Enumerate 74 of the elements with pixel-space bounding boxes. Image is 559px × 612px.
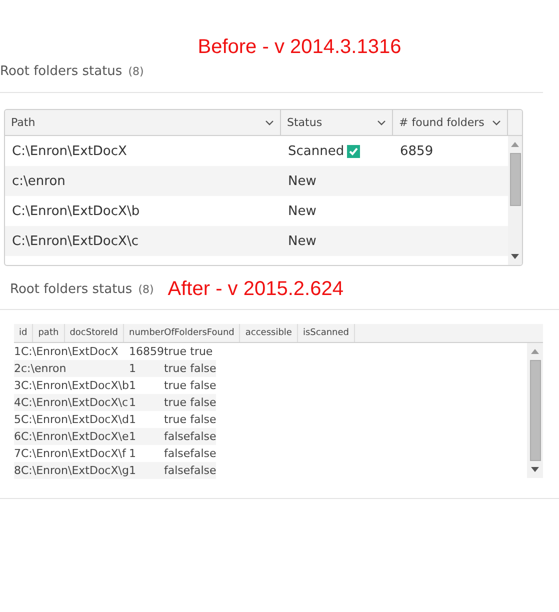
column-header[interactable]: isScanned	[298, 324, 355, 342]
status-text: New	[288, 204, 316, 218]
scroll-up-icon[interactable]	[531, 349, 539, 354]
table-cell-text: false	[190, 395, 216, 411]
section-heading: Root folders status	[10, 282, 132, 297]
table-cell-text: 1	[14, 344, 21, 360]
path-cell-text: C:\Enron\ExtDocX\b	[11, 202, 141, 220]
path-cell-text: C:\Enron\ExtDocX	[11, 142, 128, 160]
status-text: New	[288, 234, 316, 248]
chevron-down-icon	[492, 120, 501, 126]
section-heading: Root folders status	[0, 64, 122, 79]
table-cell-text: 1	[128, 378, 136, 394]
table-cell-text: 1	[128, 446, 136, 462]
scroll-down-icon[interactable]	[511, 254, 519, 259]
table-cell-text: C:\Enron\ExtDocX\f	[21, 446, 128, 462]
folder-count: (8)	[138, 283, 154, 296]
table-cell-text: 6	[14, 429, 21, 445]
table-cell-text: C:\Enron\ExtDocX\b	[21, 378, 129, 394]
table-cell-text: false	[190, 463, 216, 479]
table-cell-text: false	[190, 412, 216, 428]
column-header[interactable]: id	[14, 324, 34, 342]
table-cell-text: 1	[128, 463, 136, 479]
scroll-up-icon[interactable]	[511, 142, 519, 147]
table-cell-text: c:\enron	[21, 361, 68, 377]
table-cell-text: true	[164, 361, 188, 377]
table-cell-text: false	[164, 446, 190, 462]
column-header[interactable]: numberOfFoldersFound	[124, 324, 240, 342]
status-text: Scanned	[288, 144, 344, 158]
column-header[interactable]: path	[33, 324, 65, 342]
table-cell-text: true	[164, 412, 188, 428]
path-cell-text: C:\Enron\ExtDocX\c	[11, 232, 140, 250]
column-header[interactable]: # found folders	[393, 110, 508, 135]
count-cell-text: 6859	[399, 142, 434, 160]
table-cell-text: false	[190, 361, 216, 377]
table-cell-text: 1	[128, 361, 136, 377]
version-title: Before - v 2014.3.1316	[198, 36, 402, 60]
table-cell-text: false	[164, 463, 190, 479]
table-cell-text: 4	[14, 395, 21, 411]
table-cell-text: false	[164, 429, 190, 445]
table-cell-text: true	[164, 344, 188, 360]
table-cell-text: true	[190, 344, 214, 360]
version-title: After - v 2015.2.624	[168, 278, 344, 301]
table-cell-text: 5	[14, 412, 21, 428]
column-header[interactable]: docStoreId	[64, 324, 124, 342]
scrollbar-thumb[interactable]	[530, 360, 540, 461]
table-cell-text: false	[190, 429, 216, 445]
column-header[interactable]: accessible	[240, 324, 298, 342]
table-cell-text: 2	[14, 361, 21, 377]
column-header[interactable]: Status	[281, 110, 393, 135]
chevron-down-icon	[377, 120, 386, 126]
table-cell-text: 6859	[136, 344, 164, 360]
table-cell-text: true	[164, 378, 188, 394]
scroll-down-icon[interactable]	[531, 467, 539, 472]
status-text: New	[288, 174, 316, 188]
table-cell-text: C:\Enron\ExtDocX\g	[21, 463, 129, 479]
table-cell-text: 8	[14, 463, 21, 479]
table-cell-text: C:\Enron\ExtDocX\d	[21, 412, 129, 428]
table-cell-text: false	[190, 378, 216, 394]
table-cell-text: 1	[128, 412, 136, 428]
scrollbar-thumb[interactable]	[510, 153, 520, 206]
table-cell-text: 1	[128, 395, 136, 411]
folder-count: (8)	[128, 65, 144, 78]
path-cell-text: c:\enron	[11, 172, 66, 190]
table-cell-text: C:\Enron\ExtDocX\c	[21, 395, 129, 411]
table-cell-text: C:\Enron\ExtDocX\e	[21, 429, 129, 445]
table-cell-text: true	[164, 395, 188, 411]
table-cell-text: C:\Enron\ExtDocX	[21, 344, 120, 360]
table-cell-text: 1	[128, 429, 136, 445]
table-cell-text: 1	[128, 344, 136, 360]
column-header[interactable]: Path	[5, 110, 281, 135]
chevron-down-icon	[265, 120, 274, 126]
table-cell-text: false	[190, 446, 216, 462]
table-cell-text: 3	[14, 378, 21, 394]
table-cell-text: 7	[14, 446, 21, 462]
